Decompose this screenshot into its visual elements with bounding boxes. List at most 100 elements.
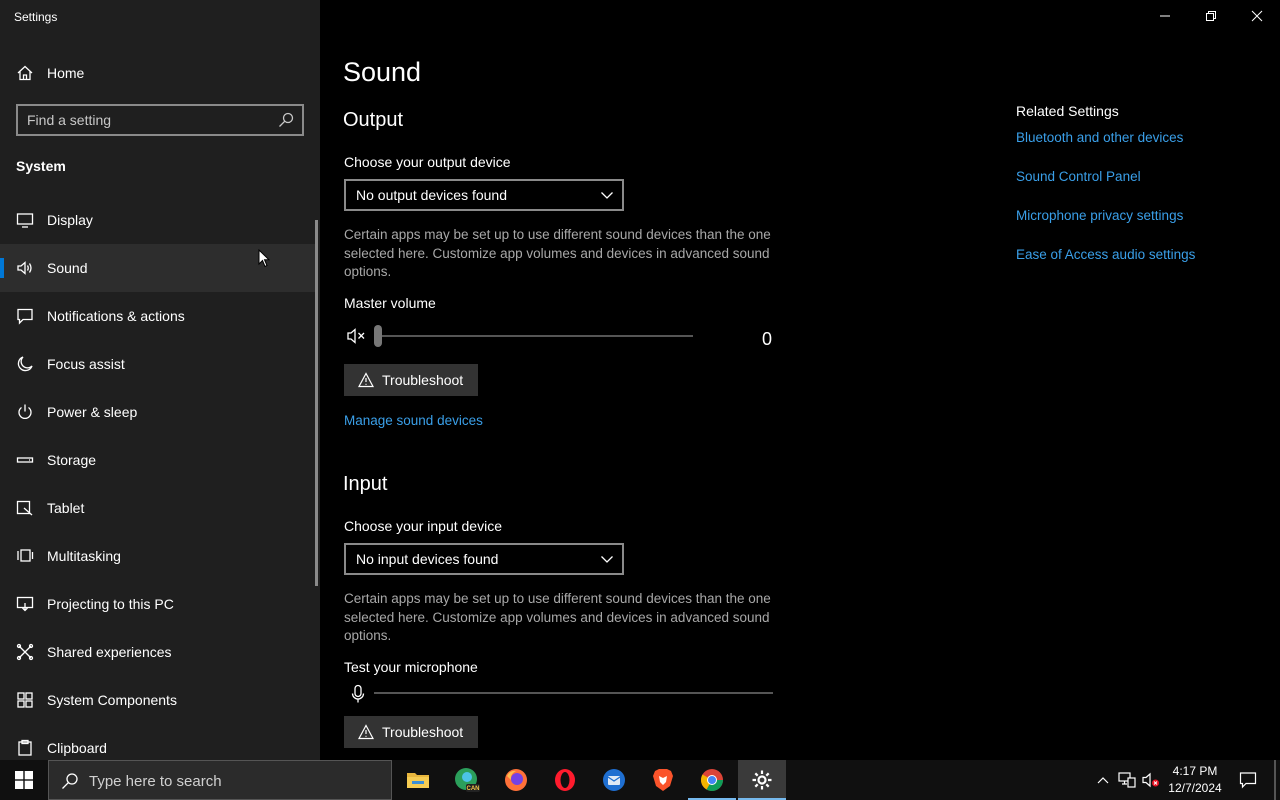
- sidebar-item-system-components[interactable]: System Components: [0, 676, 316, 724]
- search-icon: [62, 773, 78, 789]
- related-link-sound-control-panel[interactable]: Sound Control Panel: [1016, 169, 1141, 184]
- input-device-dropdown[interactable]: No input devices found: [344, 543, 624, 575]
- taskbar-opera[interactable]: [541, 760, 589, 800]
- warning-icon: [358, 372, 374, 388]
- troubleshoot-label: Troubleshoot: [382, 724, 464, 740]
- taskbar: Type here to search CAN 4:17 PM 12/7/202…: [0, 760, 1280, 800]
- sidebar-item-label: Power & sleep: [47, 404, 138, 420]
- taskbar-edge-canary[interactable]: CAN: [443, 760, 491, 800]
- taskbar-firefox[interactable]: [492, 760, 540, 800]
- taskbar-thunderbird[interactable]: [590, 760, 638, 800]
- taskbar-clock[interactable]: 4:17 PM 12/7/2024: [1162, 763, 1228, 797]
- moon-icon: [17, 356, 33, 372]
- sidebar-item-notifications[interactable]: Notifications & actions: [0, 292, 316, 340]
- action-center-button[interactable]: [1234, 760, 1262, 800]
- chevron-down-icon: [601, 192, 613, 199]
- tray-network-button[interactable]: [1116, 760, 1138, 800]
- multitasking-icon: [17, 549, 34, 562]
- notification-icon: [1239, 772, 1257, 789]
- taskbar-chrome[interactable]: [688, 760, 736, 800]
- master-volume-thumb[interactable]: [374, 325, 382, 347]
- file-explorer-icon: [407, 773, 429, 788]
- tray-overflow-button[interactable]: [1092, 760, 1114, 800]
- svg-text:CAN: CAN: [467, 786, 480, 792]
- master-volume-value: 0: [762, 329, 773, 349]
- volume-muted-icon: [1142, 772, 1159, 788]
- taskbar-search-box[interactable]: Type here to search: [48, 760, 392, 800]
- storage-icon: [16, 457, 34, 463]
- edge-canary-icon: CAN: [455, 768, 480, 792]
- sidebar-item-tablet[interactable]: Tablet: [0, 484, 316, 532]
- sidebar-item-label: Sound: [47, 260, 88, 276]
- taskbar-file-explorer[interactable]: [394, 760, 442, 800]
- window-title: Settings: [14, 10, 58, 24]
- output-info-note: Certain apps may be set up to use differ…: [344, 227, 771, 279]
- manage-sound-devices-link[interactable]: Manage sound devices: [344, 413, 483, 428]
- taskbar-brave[interactable]: [639, 760, 687, 800]
- master-volume-track[interactable]: [378, 335, 693, 337]
- opera-icon: [555, 769, 575, 791]
- notification-icon: [17, 308, 33, 325]
- taskbar-settings[interactable]: [738, 760, 786, 800]
- master-volume-label: Master volume: [344, 295, 436, 311]
- brave-icon: [653, 769, 673, 791]
- output-heading: Output: [343, 109, 404, 131]
- tablet-icon: [16, 500, 33, 516]
- network-icon: [1118, 772, 1136, 788]
- sidebar-item-multitasking[interactable]: Multitasking: [0, 532, 316, 580]
- sidebar-item-display[interactable]: Display: [0, 196, 316, 244]
- troubleshoot-label: Troubleshoot: [382, 372, 464, 388]
- find-setting-input[interactable]: [27, 111, 267, 129]
- sidebar-item-label: Multitasking: [47, 548, 121, 564]
- chevron-up-icon: [1097, 777, 1109, 784]
- sidebar-item-focus-assist[interactable]: Focus assist: [0, 340, 316, 388]
- home-icon: [17, 65, 33, 81]
- input-heading: Input: [343, 473, 388, 495]
- projecting-icon: [16, 596, 34, 612]
- clock-time: 4:17 PM: [1172, 764, 1218, 778]
- sidebar-item-label: Shared experiences: [47, 644, 172, 660]
- start-button[interactable]: [0, 760, 48, 800]
- show-desktop-button[interactable]: [1274, 760, 1276, 800]
- input-device-label: Choose your input device: [344, 518, 502, 534]
- clipboard-icon: [18, 739, 32, 756]
- output-device-dropdown[interactable]: No output devices found: [344, 179, 624, 211]
- input-device-value: No input devices found: [356, 551, 499, 567]
- restore-button[interactable]: [1188, 0, 1234, 32]
- sidebar: Settings Home System Display Sound Notif…: [0, 0, 320, 760]
- sidebar-item-label: Tablet: [47, 500, 85, 516]
- microphone-icon: [351, 684, 365, 703]
- speaker-icon: [17, 261, 32, 275]
- sidebar-item-label: Storage: [47, 452, 97, 468]
- related-link-bluetooth[interactable]: Bluetooth and other devices: [1016, 130, 1183, 145]
- minimize-button[interactable]: [1142, 0, 1188, 32]
- microphone-level-meter: [374, 692, 773, 694]
- speaker-muted-icon[interactable]: [346, 326, 368, 346]
- output-troubleshoot-button[interactable]: Troubleshoot: [344, 364, 478, 396]
- sidebar-item-projecting[interactable]: Projecting to this PC: [0, 580, 316, 628]
- related-settings-heading: Related Settings: [1016, 103, 1119, 119]
- close-button[interactable]: [1234, 0, 1280, 32]
- main-content: Sound Output Choose your output device N…: [320, 0, 1280, 760]
- mouse-cursor-icon: [258, 249, 270, 268]
- related-link-ease-of-access-audio[interactable]: Ease of Access audio settings: [1016, 247, 1195, 262]
- sidebar-item-storage[interactable]: Storage: [0, 436, 316, 484]
- settings-gear-icon: [752, 770, 772, 790]
- sidebar-item-shared-experiences[interactable]: Shared experiences: [0, 628, 316, 676]
- sidebar-item-label: Projecting to this PC: [47, 596, 174, 612]
- input-troubleshoot-button[interactable]: Troubleshoot: [344, 716, 478, 748]
- sidebar-home-label: Home: [47, 65, 85, 81]
- chrome-icon: [701, 769, 723, 791]
- taskbar-search-placeholder: Type here to search: [89, 773, 222, 790]
- tray-volume-button[interactable]: [1140, 760, 1162, 800]
- sidebar-nav: Display Sound Notifications & actions Fo…: [0, 196, 320, 772]
- sidebar-home[interactable]: Home: [0, 54, 320, 92]
- sidebar-scrollbar[interactable]: [315, 220, 318, 586]
- sidebar-item-label: Display: [47, 212, 93, 228]
- sidebar-item-power-sleep[interactable]: Power & sleep: [0, 388, 316, 436]
- related-link-microphone-privacy[interactable]: Microphone privacy settings: [1016, 208, 1183, 223]
- system-section-heading: System: [16, 158, 66, 174]
- search-icon[interactable]: [278, 112, 294, 128]
- windows-logo-icon: [15, 771, 33, 789]
- find-setting-search[interactable]: [16, 104, 304, 136]
